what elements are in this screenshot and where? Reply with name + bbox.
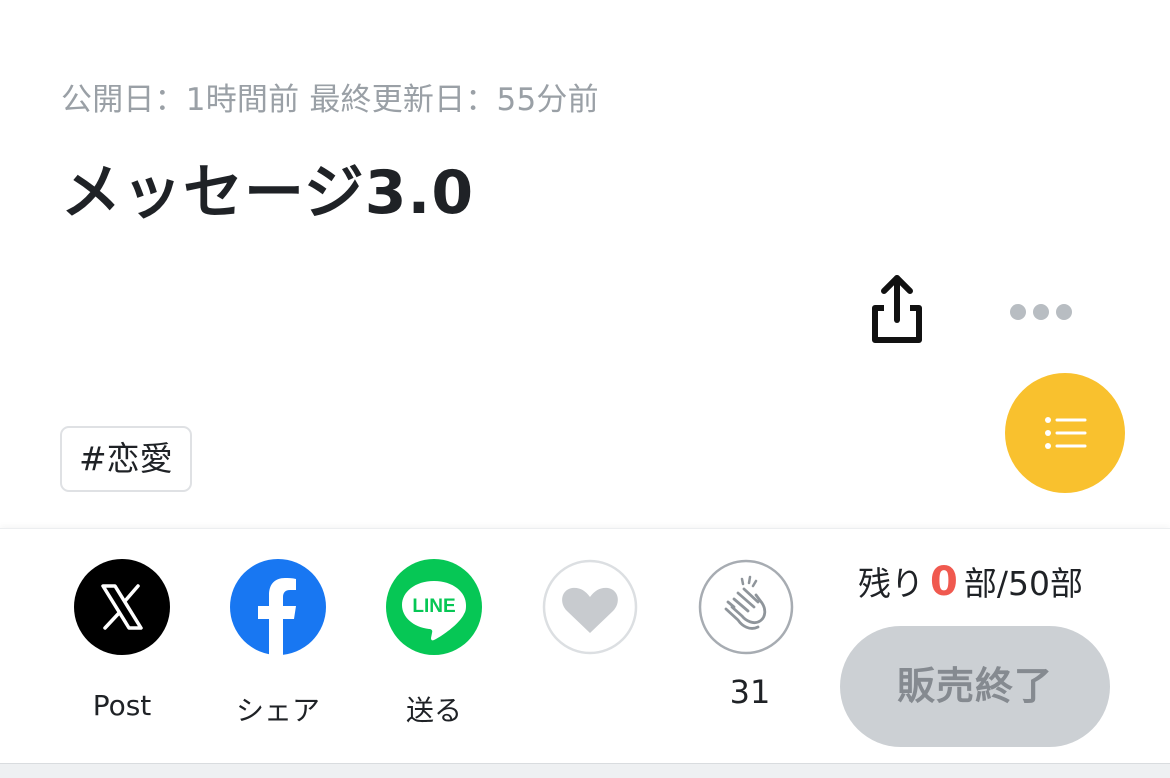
remaining-count: 0 bbox=[930, 559, 958, 605]
x-post-button[interactable] bbox=[74, 559, 170, 655]
remaining-suffix: 部/50部 bbox=[963, 564, 1083, 603]
line-logo-icon: LINE bbox=[402, 581, 466, 641]
x-post-label: Post bbox=[92, 689, 152, 722]
facebook-logo-icon bbox=[258, 578, 296, 655]
line-send-label: 送る bbox=[405, 694, 462, 727]
clap-icon bbox=[698, 559, 794, 655]
line-logo-text: LINE bbox=[412, 596, 455, 617]
remaining-stock: 残り 0 部/50部 bbox=[858, 557, 1083, 605]
article-title: メッセージ3.0 bbox=[61, 158, 475, 228]
x-logo-icon bbox=[101, 584, 143, 630]
clap-button[interactable] bbox=[698, 559, 794, 655]
bottom-edge-divider bbox=[0, 763, 1170, 778]
updated-date: 最終更新日：55分前 bbox=[309, 82, 599, 118]
like-button[interactable] bbox=[542, 559, 638, 655]
hashtag-chip[interactable]: #恋愛 bbox=[60, 426, 192, 492]
facebook-share-label: シェア bbox=[235, 694, 320, 727]
soldout-button[interactable]: 販売終了 bbox=[840, 626, 1110, 747]
more-button[interactable] bbox=[1005, 296, 1077, 328]
heart-icon bbox=[542, 559, 638, 655]
bottom-action-bar: Post シェア LINE 送る 31 残り 0 部/50部 販売終了 bbox=[0, 528, 1170, 764]
facebook-share-button[interactable] bbox=[230, 559, 326, 655]
publish-info: 公開日：1時間前 最終更新日：55分前 bbox=[61, 74, 599, 119]
more-horizontal-icon bbox=[1010, 304, 1072, 320]
clap-count: 31 bbox=[729, 673, 771, 711]
list-icon bbox=[1045, 417, 1087, 449]
share-button[interactable] bbox=[866, 272, 928, 344]
table-of-contents-button[interactable] bbox=[1005, 373, 1125, 493]
remaining-prefix: 残り bbox=[858, 564, 924, 603]
published-date: 公開日：1時間前 bbox=[61, 82, 300, 118]
line-send-button[interactable]: LINE bbox=[386, 559, 482, 655]
share-icon bbox=[872, 275, 922, 343]
